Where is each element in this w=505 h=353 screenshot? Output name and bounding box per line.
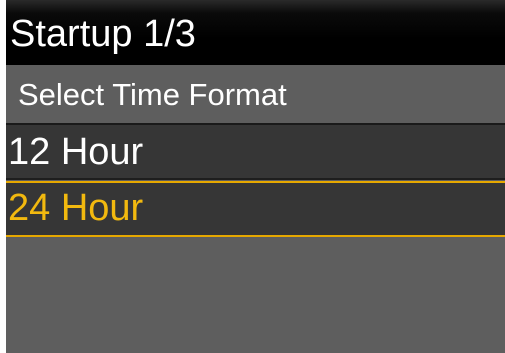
option-12-hour[interactable]: 12 Hour	[6, 125, 505, 180]
empty-area	[6, 237, 505, 353]
prompt-label: Select Time Format	[18, 77, 287, 112]
option-label: 24 Hour	[8, 187, 144, 229]
option-label: 12 Hour	[8, 131, 144, 173]
device-screen: Startup 1/3 Select Time Format 12 Hour 2…	[6, 0, 505, 353]
title-bar: Startup 1/3	[6, 0, 505, 65]
prompt-bar: Select Time Format	[6, 65, 505, 123]
page-title: Startup 1/3	[10, 13, 196, 55]
option-24-hour[interactable]: 24 Hour	[6, 181, 505, 237]
